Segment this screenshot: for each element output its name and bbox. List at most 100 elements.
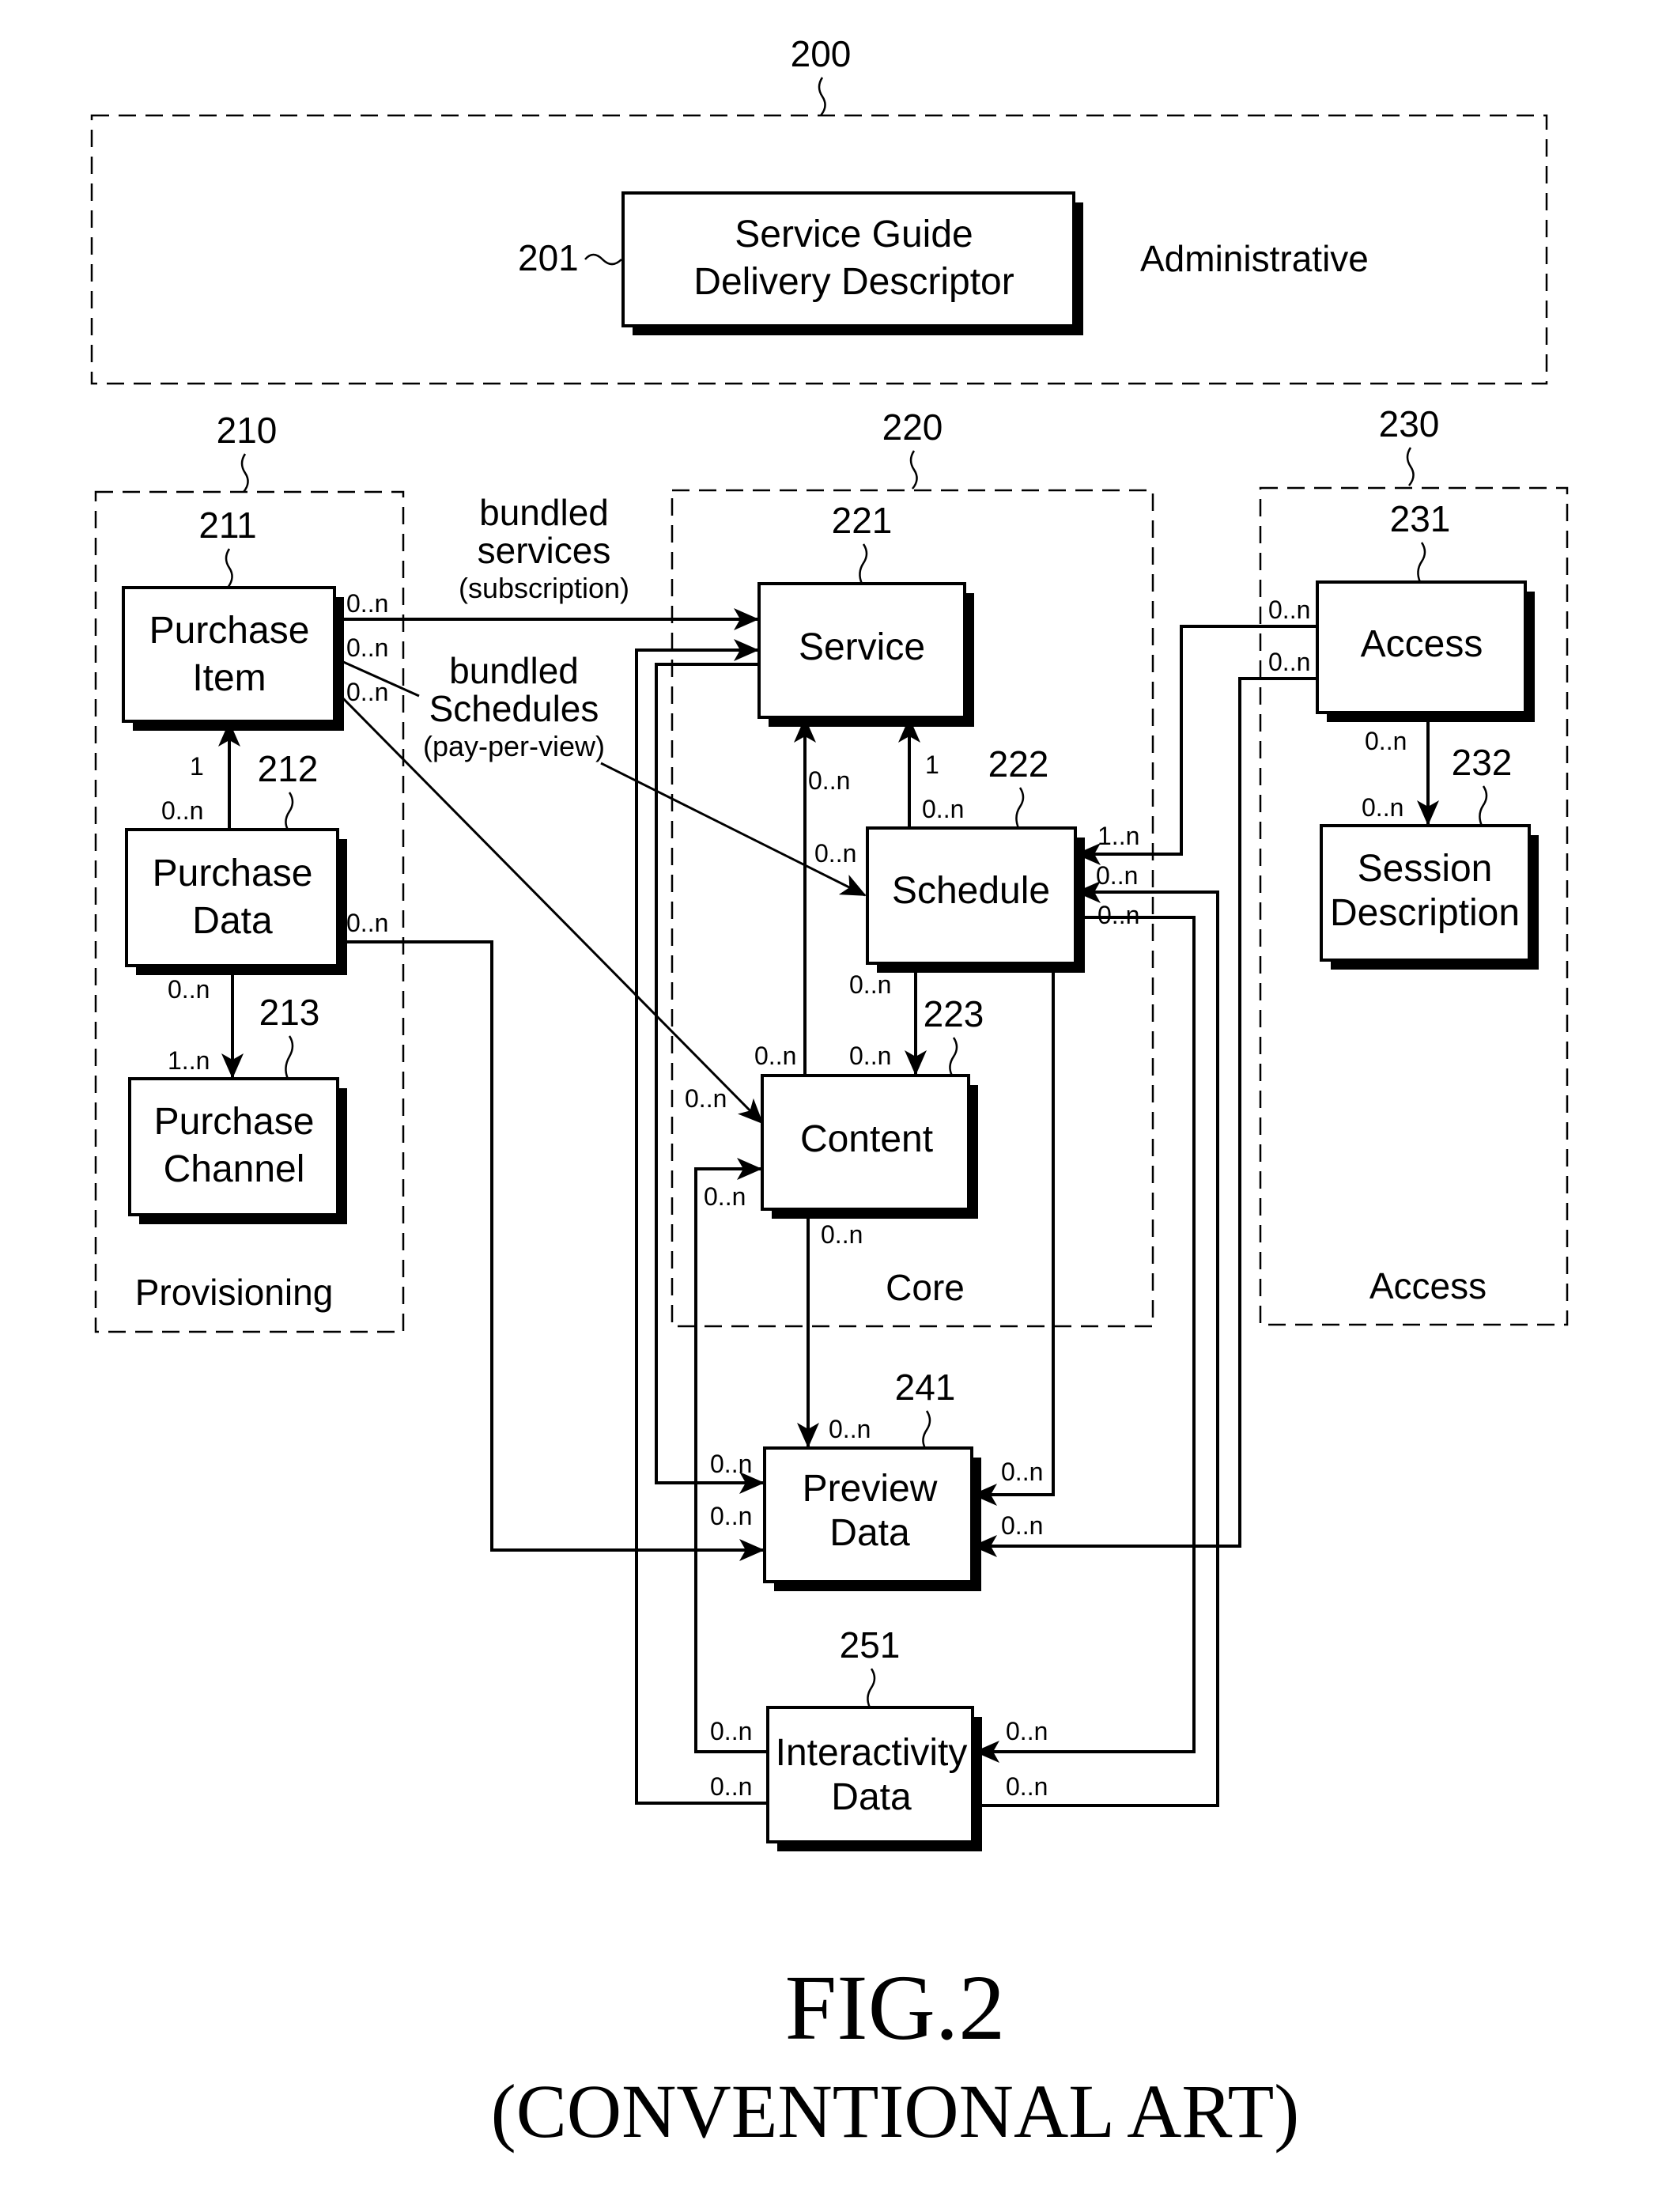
- interactivity-data-line1: Interactivity: [776, 1732, 968, 1774]
- mult-label: 0..n: [1097, 901, 1139, 929]
- mult-label: 1..n: [1097, 822, 1139, 850]
- schedule-ref: 222: [988, 743, 1049, 785]
- figure-title: FIG.2: [785, 1956, 1006, 2059]
- box-service[interactable]: Service 221: [757, 500, 974, 727]
- session-description-line2: Description: [1330, 892, 1520, 934]
- box-content[interactable]: Content 223: [761, 993, 984, 1219]
- box-sgdd[interactable]: Service Guide Delivery Descriptor 201: [518, 191, 1083, 335]
- access-group-leader: [1406, 447, 1415, 486]
- mult-label: 0..n: [922, 795, 964, 823]
- edge-schedule-to-preview: [972, 963, 1055, 1506]
- purchase-data-line1: Purchase: [153, 853, 313, 894]
- mult-label: 0..n: [710, 1717, 752, 1745]
- preview-data-leader: [922, 1410, 931, 1449]
- service-leader: [859, 543, 868, 584]
- content-leader: [949, 1037, 958, 1076]
- session-description-line1: Session: [1358, 848, 1493, 890]
- box-access[interactable]: Access 231: [1316, 498, 1535, 722]
- box-schedule[interactable]: Schedule 222: [866, 743, 1085, 973]
- box-session-description[interactable]: Session Description 232: [1320, 742, 1539, 970]
- mult-label: 0..n: [1365, 727, 1407, 755]
- mult-label: 0..n: [704, 1182, 746, 1211]
- service-line1: Service: [799, 626, 925, 668]
- sgdd-line1: Service Guide: [735, 214, 973, 255]
- purchase-item-line2: Item: [192, 657, 266, 699]
- provisioning-ref: 210: [217, 410, 278, 451]
- mult-label: 0..n: [1001, 1458, 1043, 1486]
- mult-label: 0..n: [1268, 648, 1310, 676]
- access-leader: [1417, 542, 1426, 583]
- session-description-leader: [1479, 785, 1488, 826]
- annotation-bundled-services: bundled services (subscription): [459, 492, 629, 604]
- interactivity-data-line2: Data: [831, 1776, 912, 1818]
- annotation-bundled-schedules: bundled Schedules (pay-per-view): [423, 650, 605, 762]
- purchase-channel-line1: Purchase: [154, 1101, 315, 1143]
- schedule-leader: [1015, 787, 1025, 829]
- box-purchase-data[interactable]: Purchase Data 212: [125, 748, 347, 975]
- bundled-services-line1: bundled: [479, 492, 609, 533]
- mult-label: 0..n: [710, 1772, 752, 1801]
- access-group-ref: 230: [1379, 403, 1440, 444]
- administrative-leader: [818, 77, 826, 116]
- mult-label: 0..n: [346, 678, 388, 706]
- session-description-ref: 232: [1452, 742, 1513, 783]
- provisioning-label: Provisioning: [135, 1272, 334, 1313]
- sgdd-leader: [584, 253, 622, 266]
- content-line1: Content: [800, 1118, 933, 1160]
- mult-label: 0..n: [1362, 793, 1403, 822]
- mult-label: 0..n: [849, 970, 891, 999]
- bundled-services-line2: services: [478, 530, 611, 571]
- preview-data-ref: 241: [895, 1367, 956, 1408]
- core-ref: 220: [882, 406, 943, 448]
- preview-data-line2: Data: [829, 1512, 910, 1554]
- mult-label: 0..n: [346, 909, 388, 937]
- box-preview-data[interactable]: Preview Data 241: [763, 1367, 981, 1591]
- purchase-channel-line2: Channel: [164, 1148, 305, 1190]
- edge-access-to-preview: [972, 677, 1317, 1557]
- mult-label: 0..n: [1268, 596, 1310, 624]
- access-line1: Access: [1361, 623, 1483, 665]
- administrative-ref: 200: [791, 33, 852, 74]
- purchase-channel-leader: [285, 1035, 294, 1080]
- mult-label: 0..n: [814, 839, 856, 868]
- mult-label: 0..n: [161, 796, 203, 825]
- purchase-data-line2: Data: [192, 900, 273, 942]
- box-purchase-channel[interactable]: Purchase Channel 213: [128, 992, 347, 1224]
- purchase-item-leader: [225, 548, 233, 588]
- edge-purchase-data-to-preview: [338, 940, 765, 1561]
- edge-schedule-to-interactivity: [974, 916, 1196, 1763]
- mult-label: 0..n: [808, 766, 850, 795]
- sgdd-ref: 201: [518, 237, 579, 278]
- mult-label: 0..n: [1006, 1772, 1048, 1801]
- bundled-schedules-line1: bundled: [449, 650, 579, 691]
- access-ref: 231: [1390, 498, 1451, 539]
- mult-label: 0..n: [821, 1220, 863, 1249]
- mult-label: 0..n: [346, 633, 388, 662]
- purchase-channel-ref: 213: [259, 992, 320, 1033]
- mult-label: 0..n: [754, 1042, 796, 1070]
- purchase-item-ref: 211: [198, 505, 256, 546]
- purchase-item-line1: Purchase: [149, 610, 310, 652]
- bundled-schedules-line3: (pay-per-view): [423, 730, 605, 762]
- purchase-data-ref: 212: [258, 748, 319, 789]
- provisioning-leader: [240, 453, 249, 493]
- core-label: Core: [886, 1267, 965, 1308]
- interactivity-data-ref: 251: [840, 1624, 901, 1666]
- mult-label: 0..n: [710, 1450, 752, 1478]
- box-purchase-item[interactable]: Purchase Item 211: [122, 505, 344, 731]
- mult-label: 0..n: [1001, 1511, 1043, 1540]
- content-ref: 223: [924, 993, 984, 1034]
- schedule-line1: Schedule: [892, 870, 1050, 912]
- mult-label: 0..n: [849, 1042, 891, 1070]
- mult-label: 1: [190, 752, 204, 781]
- service-guide-diagram: 200 Administrative 210 Provisioning 220 …: [90, 33, 1569, 2153]
- mult-label: 0..n: [346, 589, 388, 618]
- purchase-data-leader: [285, 792, 294, 830]
- box-interactivity-data[interactable]: Interactivity Data 251: [766, 1624, 982, 1851]
- bundled-services-line3: (subscription): [459, 572, 629, 604]
- figure-subtitle: (CONVENTIONAL ART): [491, 2069, 1300, 2153]
- mult-label: 0..n: [1096, 861, 1138, 890]
- service-ref: 221: [832, 500, 893, 541]
- mult-label: 0..n: [829, 1415, 871, 1443]
- mult-label: 0..n: [168, 975, 210, 1004]
